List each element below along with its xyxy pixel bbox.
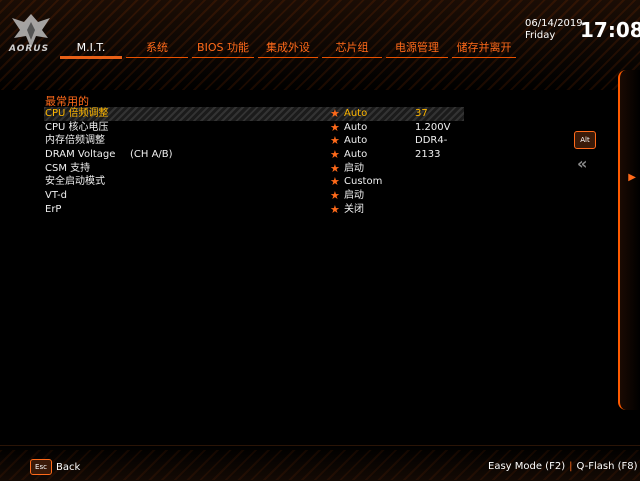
star-icon: ★ <box>330 120 340 134</box>
tab-bar: M.I.T. 系统 BIOS 功能 集成外设 芯片组 电源管理 储存并离开 <box>58 40 518 64</box>
tab-mit[interactable]: M.I.T. <box>60 40 122 62</box>
setting-value[interactable]: Custom <box>344 175 382 189</box>
star-icon: ★ <box>330 189 340 203</box>
footer-shortcuts: Easy Mode (F2) | Q-Flash (F8) <box>488 461 638 472</box>
setting-row-erp[interactable]: ErP ★ 关闭 <box>44 203 464 217</box>
setting-current: 37 <box>415 108 428 119</box>
tab-system[interactable]: 系统 <box>126 40 188 62</box>
setting-label: 安全启动模式 <box>45 176 105 188</box>
setting-row-memory-multiplier[interactable]: 内存倍频调整 ★ Auto DDR4-2133 <box>44 134 464 160</box>
double-chevron-left-icon[interactable]: « <box>577 154 587 173</box>
setting-label: CPU 核心电压 <box>45 121 109 133</box>
qflash-link[interactable]: Q-Flash (F8) <box>576 461 637 472</box>
star-icon: ★ <box>330 161 340 175</box>
date-display: 06/14/2019 Friday <box>525 18 583 42</box>
back-label[interactable]: Back <box>56 462 80 473</box>
setting-value[interactable]: Auto <box>344 134 367 148</box>
setting-label: CSM 支持 <box>45 162 91 174</box>
triangle-right-icon[interactable]: ▶ <box>628 172 636 183</box>
setting-row-cpu-vcore[interactable]: CPU 核心电压 ★ Auto 1.200V <box>44 121 464 135</box>
settings-list: CPU 倍频调整 ★ Auto 37 CPU 核心电压 ★ Auto 1.200… <box>44 107 464 217</box>
setting-row-vt-d[interactable]: VT-d ★ 启动 <box>44 189 464 203</box>
side-panel-tab[interactable] <box>618 70 640 410</box>
setting-value[interactable]: Auto <box>344 107 367 121</box>
star-icon: ★ <box>330 107 340 120</box>
setting-row-secure-boot-mode[interactable]: 安全启动模式 ★ Custom <box>44 175 464 189</box>
tab-peripherals[interactable]: 集成外设 <box>258 40 318 62</box>
setting-value[interactable]: 启动 <box>344 162 364 176</box>
star-icon: ★ <box>330 202 340 216</box>
tab-bios-features[interactable]: BIOS 功能 <box>192 40 254 62</box>
setting-row-cpu-ratio[interactable]: CPU 倍频调整 ★ Auto 37 <box>44 107 464 121</box>
setting-row-csm-support[interactable]: CSM 支持 ★ 启动 <box>44 162 464 176</box>
setting-value[interactable]: Auto <box>344 148 367 162</box>
setting-label: 内存倍频调整 <box>45 135 105 147</box>
setting-sublabel: (CH A/B) <box>130 149 173 161</box>
tab-power[interactable]: 电源管理 <box>386 40 448 62</box>
time-display: 17:08 <box>580 18 640 42</box>
setting-label: VT-d <box>45 190 67 202</box>
date-text: 06/14/2019 <box>525 18 583 29</box>
logo-text: AORUS <box>9 44 50 54</box>
setting-value[interactable]: 启动 <box>344 189 364 203</box>
star-icon: ★ <box>330 175 340 189</box>
setting-row-dram-voltage[interactable]: DRAM Voltage (CH A/B) ★ Auto <box>44 148 464 162</box>
easy-mode-link[interactable]: Easy Mode (F2) <box>488 461 565 472</box>
alt-key-button[interactable]: Alt <box>574 131 596 149</box>
star-icon: ★ <box>330 134 340 148</box>
footer-separator: | <box>569 461 573 472</box>
setting-value[interactable]: Auto <box>344 121 367 135</box>
tab-chipset[interactable]: 芯片组 <box>322 40 382 62</box>
setting-label: CPU 倍频调整 <box>45 108 109 119</box>
star-icon: ★ <box>330 148 340 162</box>
setting-label: DRAM Voltage <box>45 149 116 161</box>
setting-current: 1.200V <box>415 121 451 133</box>
setting-value[interactable]: 关闭 <box>344 203 364 217</box>
esc-key-button[interactable]: Esc <box>30 459 52 475</box>
tab-save-exit[interactable]: 储存并离开 <box>452 40 516 62</box>
day-text: Friday <box>525 30 556 41</box>
setting-label: ErP <box>45 203 62 215</box>
